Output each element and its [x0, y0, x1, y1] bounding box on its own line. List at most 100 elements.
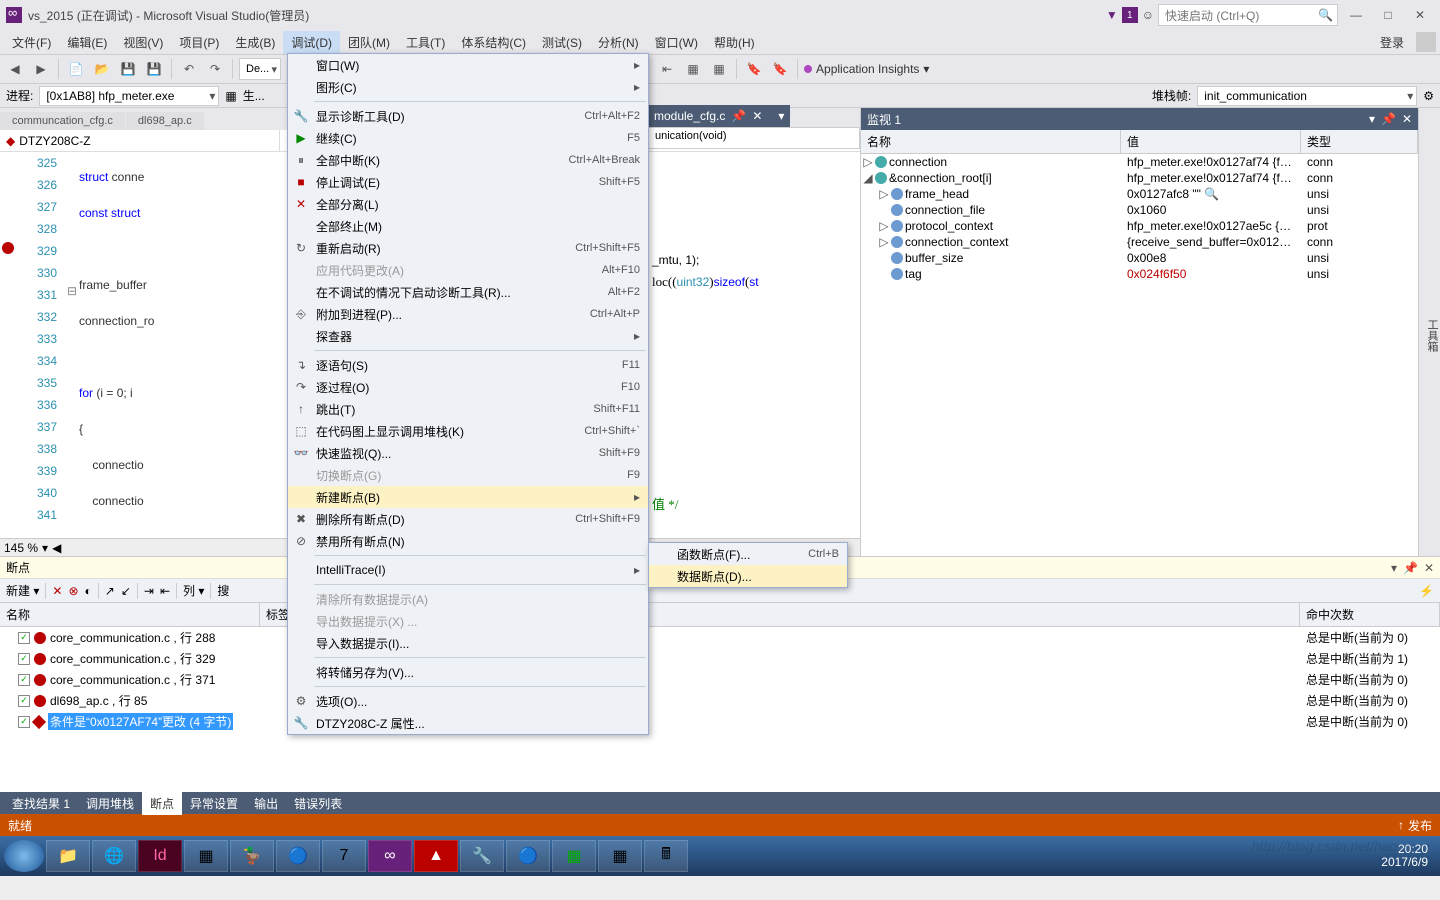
feedback-icon[interactable]: ☺ [1142, 8, 1154, 22]
menu-item[interactable]: ↑跳出(T)Shift+F11 [288, 398, 648, 420]
undo-icon[interactable]: ↶ [178, 58, 200, 80]
taskbar-app2[interactable]: 🦆 [230, 840, 274, 872]
quick-launch-input[interactable]: 快速启动 (Ctrl+Q) 🔍 [1158, 4, 1338, 26]
watch-value[interactable]: 0x0127afc8 "" 🔍 [1121, 187, 1301, 201]
bp-checkbox[interactable]: ✓ [18, 653, 30, 665]
bp-name[interactable]: dl698_ap.c , 行 85 [50, 692, 147, 709]
menu-item[interactable]: 🔧显示诊断工具(D)Ctrl+Alt+F2 [288, 105, 648, 127]
taskbar-calc[interactable]: 🖩 [644, 840, 688, 872]
lifecycle-icon[interactable]: ▦ [225, 89, 236, 103]
hscroll-left-icon[interactable]: ◀ [52, 541, 61, 555]
bp-name[interactable]: 条件是“0x0127AF74”更改 (4 字节) [48, 713, 233, 730]
bp-toggle-icon[interactable]: ◐ [85, 584, 92, 598]
menu-window[interactable]: 窗口(W) [647, 31, 706, 54]
submenu-item[interactable]: 函数断点(F)...Ctrl+B [649, 543, 847, 565]
flag-icon[interactable]: ▼ [1106, 8, 1118, 22]
menu-item[interactable]: ✕全部分离(L) [288, 193, 648, 215]
menu-build[interactable]: 生成(B) [227, 31, 283, 54]
expand-icon[interactable]: ▷ [879, 219, 889, 233]
tab-exceptions[interactable]: 异常设置 [182, 792, 246, 815]
menu-analyze[interactable]: 分析(N) [590, 31, 647, 54]
bp-hdr-hit[interactable]: 命中次数 [1300, 603, 1440, 626]
bp-goto-icon[interactable]: ⇥ [144, 584, 154, 598]
menu-project[interactable]: 项目(P) [171, 31, 227, 54]
taskbar-app4[interactable]: 🔧 [460, 840, 504, 872]
expand-icon[interactable]: ▷ [863, 155, 873, 169]
expand-icon[interactable]: ◢ [863, 171, 873, 185]
watch-hdr-type[interactable]: 类型 [1301, 130, 1418, 153]
tab-pin-icon[interactable]: 📌 [731, 109, 746, 123]
watch-value[interactable]: 0x024f6f50 [1121, 267, 1301, 281]
taskbar-excel[interactable]: ▦ [552, 840, 596, 872]
tab-dl698-ap[interactable]: dl698_ap.c [126, 112, 204, 130]
minimize-button[interactable]: — [1342, 4, 1370, 26]
comment-icon[interactable]: ▦ [682, 58, 704, 80]
menu-file[interactable]: 文件(F) [4, 31, 59, 54]
menu-team[interactable]: 团队(M) [340, 31, 398, 54]
publish-button[interactable]: ↑ 发布 [1398, 817, 1432, 834]
app-insights-button[interactable]: Application Insights ▾ [804, 62, 929, 76]
watch-name[interactable]: &connection_root[i] [889, 171, 992, 185]
redo-icon[interactable]: ↷ [204, 58, 226, 80]
watch-value[interactable]: hfp_meter.exe!0x0127af74 {frame_ [1121, 171, 1301, 185]
taskbar-app3[interactable]: 7 [322, 840, 366, 872]
open-icon[interactable]: 📂 [91, 58, 113, 80]
bp-checkbox[interactable]: ✓ [18, 716, 30, 728]
watch-value[interactable]: hfp_meter.exe!0x0127ae5c {protoc [1121, 219, 1301, 233]
menu-item[interactable]: 窗口(W)▸ [288, 54, 648, 76]
fold-column[interactable]: ⊟ [65, 152, 79, 556]
tab-module-cfg[interactable]: module_cfg.c📌✕ ▾ [648, 105, 790, 127]
submenu-item[interactable]: 数据断点(D)... [649, 565, 847, 587]
menu-item[interactable]: 👓快速监视(Q)...Shift+F9 [288, 442, 648, 464]
taskbar-chrome[interactable]: 🌐 [92, 840, 136, 872]
scope-combo[interactable]: ◆DTZY208C-Z [0, 130, 280, 151]
bp-checkbox[interactable]: ✓ [18, 674, 30, 686]
nav-fwd-icon[interactable]: ▶ [30, 58, 52, 80]
tab-find-results[interactable]: 查找结果 1 [4, 792, 78, 815]
menu-view[interactable]: 视图(V) [115, 31, 171, 54]
menu-item[interactable]: ■停止调试(E)Shift+F5 [288, 171, 648, 193]
menu-help[interactable]: 帮助(H) [706, 31, 763, 54]
watch-name[interactable]: frame_head [905, 187, 969, 201]
menu-item[interactable]: ✖删除所有断点(D)Ctrl+Shift+F9 [288, 508, 648, 530]
menu-item[interactable]: ↷逐过程(O)F10 [288, 376, 648, 398]
menu-item[interactable]: 探查器▸ [288, 325, 648, 347]
tab-output[interactable]: 输出 [246, 792, 286, 815]
menu-item[interactable]: ↴逐语句(S)F11 [288, 354, 648, 376]
menu-item[interactable]: 导入数据提示(I)... [288, 632, 648, 654]
watch-name[interactable]: protocol_context [905, 219, 993, 233]
panel-pin-icon[interactable]: 📌 [1403, 561, 1418, 575]
process-combo[interactable]: [0x1AB8] hfp_meter.exe [39, 86, 219, 106]
bp-name[interactable]: core_communication.c , 行 329 [50, 650, 215, 667]
tab-errorlist[interactable]: 错误列表 [286, 792, 350, 815]
tab-breakpoints[interactable]: 断点 [142, 792, 182, 815]
bp-delete-all-icon[interactable]: ⊗ [68, 584, 78, 598]
menu-item[interactable]: 在不调试的情况下启动诊断工具(R)...Alt+F2 [288, 281, 648, 303]
taskbar-pdf[interactable]: ▲ [414, 840, 458, 872]
config-combo[interactable]: De... [239, 58, 281, 80]
save-icon[interactable]: 💾 [117, 58, 139, 80]
start-button[interactable] [4, 840, 44, 872]
bp-checkbox[interactable]: ✓ [18, 695, 30, 707]
tab-communcation-cfg[interactable]: communcation_cfg.c [0, 112, 125, 130]
bp-hdr-name[interactable]: 名称 [0, 603, 260, 626]
watch-hdr-name[interactable]: 名称 [861, 130, 1121, 153]
save-all-icon[interactable]: 💾 [143, 58, 165, 80]
toolbox-tab[interactable]: 工具箱 [1418, 108, 1440, 556]
menu-item[interactable]: ↻重新启动(R)Ctrl+Shift+F5 [288, 237, 648, 259]
watch-hdr-value[interactable]: 值 [1121, 130, 1301, 153]
panel-close-icon[interactable]: ✕ [1402, 112, 1412, 126]
tab-callstack[interactable]: 调用堆栈 [78, 792, 142, 815]
bp-import-icon[interactable]: ↙ [121, 584, 131, 598]
avatar-icon[interactable] [1416, 32, 1436, 52]
bp-checkbox[interactable]: ✓ [18, 632, 30, 644]
watch-name[interactable]: connection_context [905, 235, 1008, 249]
menu-item[interactable]: ⬚在代码图上显示调用堆栈(K)Ctrl+Shift+` [288, 420, 648, 442]
bp-columns-button[interactable]: 列 ▾ [183, 582, 204, 599]
breakpoint-glyph[interactable] [2, 242, 14, 254]
menu-test[interactable]: 测试(S) [534, 31, 590, 54]
panel-dropdown-icon[interactable]: ▾ [1369, 112, 1375, 126]
sign-in-link[interactable]: 登录 [1372, 31, 1410, 54]
menu-item[interactable]: ⚙选项(O)... [288, 690, 648, 712]
bp-name[interactable]: core_communication.c , 行 371 [50, 671, 215, 688]
